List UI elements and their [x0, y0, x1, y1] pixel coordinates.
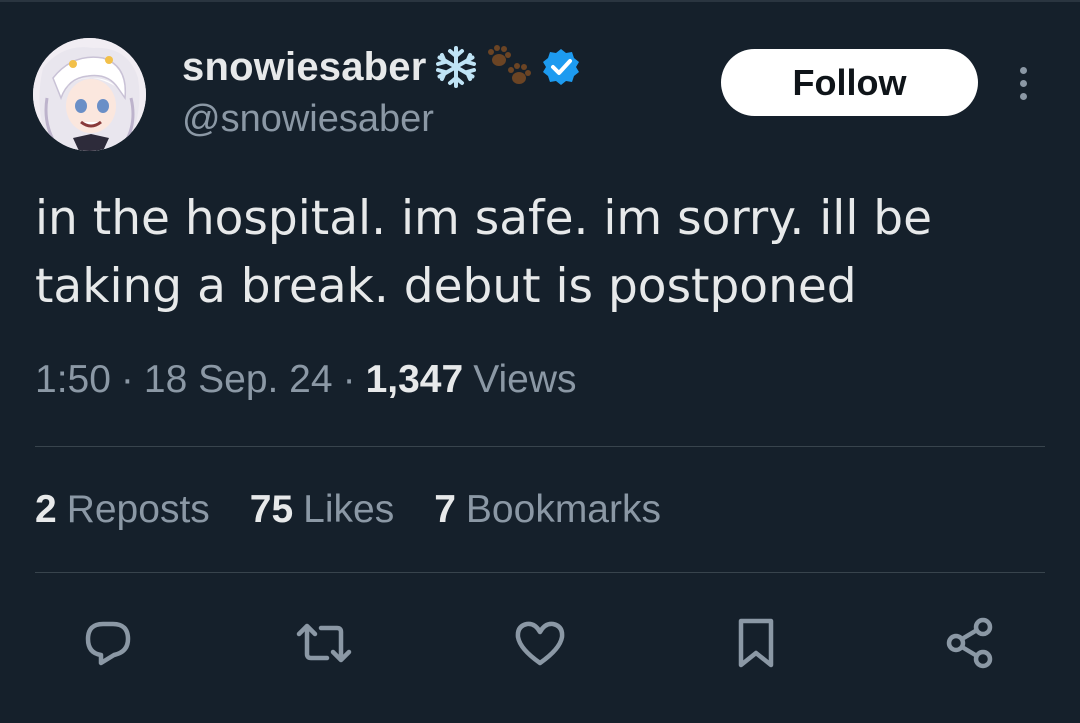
- repost-icon[interactable]: [294, 613, 354, 673]
- reposts-count: 2: [35, 488, 57, 531]
- tweet-time[interactable]: 1:50: [35, 358, 111, 402]
- author-display-name[interactable]: snowiesaber: [182, 45, 427, 90]
- author-handle[interactable]: @snowiesaber: [182, 98, 434, 141]
- bookmarks-stat[interactable]: 7 Bookmarks: [434, 488, 661, 532]
- tweet-text-line: in the hospital. im safe. im sorry. ill …: [35, 191, 933, 246]
- more-dot: [1019, 79, 1027, 87]
- divider: [35, 446, 1045, 447]
- tweet-text: in the hospital. im safe. im sorry. ill …: [35, 185, 1045, 321]
- likes-count: 75: [249, 488, 294, 531]
- snowflake-icon: [433, 44, 479, 90]
- paw-prints-icon: [485, 44, 535, 90]
- follow-button[interactable]: Follow: [721, 49, 978, 116]
- author-name-row: snowiesaber: [182, 40, 581, 94]
- meta-separator: ·: [120, 358, 134, 401]
- avatar[interactable]: [33, 38, 146, 151]
- views-count: 1,347: [365, 358, 464, 401]
- reply-icon[interactable]: [78, 613, 138, 673]
- divider: [35, 572, 1045, 573]
- reposts-label: Reposts: [66, 488, 210, 531]
- action-bar: [0, 605, 1080, 675]
- top-divider: [0, 0, 1080, 2]
- like-icon[interactable]: [510, 613, 570, 673]
- bookmark-icon[interactable]: [726, 613, 786, 673]
- tweet-date[interactable]: 18 Sep. 24: [144, 358, 333, 402]
- share-icon[interactable]: [940, 613, 1000, 673]
- meta-separator: ·: [342, 358, 356, 401]
- tweet-text-line: taking a break. debut is postponed: [35, 259, 857, 314]
- likes-stat[interactable]: 75 Likes: [250, 488, 394, 532]
- more-options-icon[interactable]: [1008, 60, 1038, 106]
- verified-badge-icon[interactable]: [541, 47, 581, 87]
- more-dot: [1019, 66, 1027, 74]
- more-dot: [1019, 92, 1027, 100]
- engagement-stats: 2 Reposts 75 Likes 7 Bookmarks: [35, 488, 661, 532]
- likes-label: Likes: [303, 488, 395, 531]
- bookmarks-count: 7: [434, 488, 456, 531]
- avatar-image: [33, 38, 146, 151]
- tweet-meta: 1:50 · 18 Sep. 24 · 1,347 Views: [35, 358, 577, 402]
- bookmarks-label: Bookmarks: [465, 488, 661, 531]
- reposts-stat[interactable]: 2 Reposts: [35, 488, 210, 532]
- views-label: Views: [473, 358, 577, 401]
